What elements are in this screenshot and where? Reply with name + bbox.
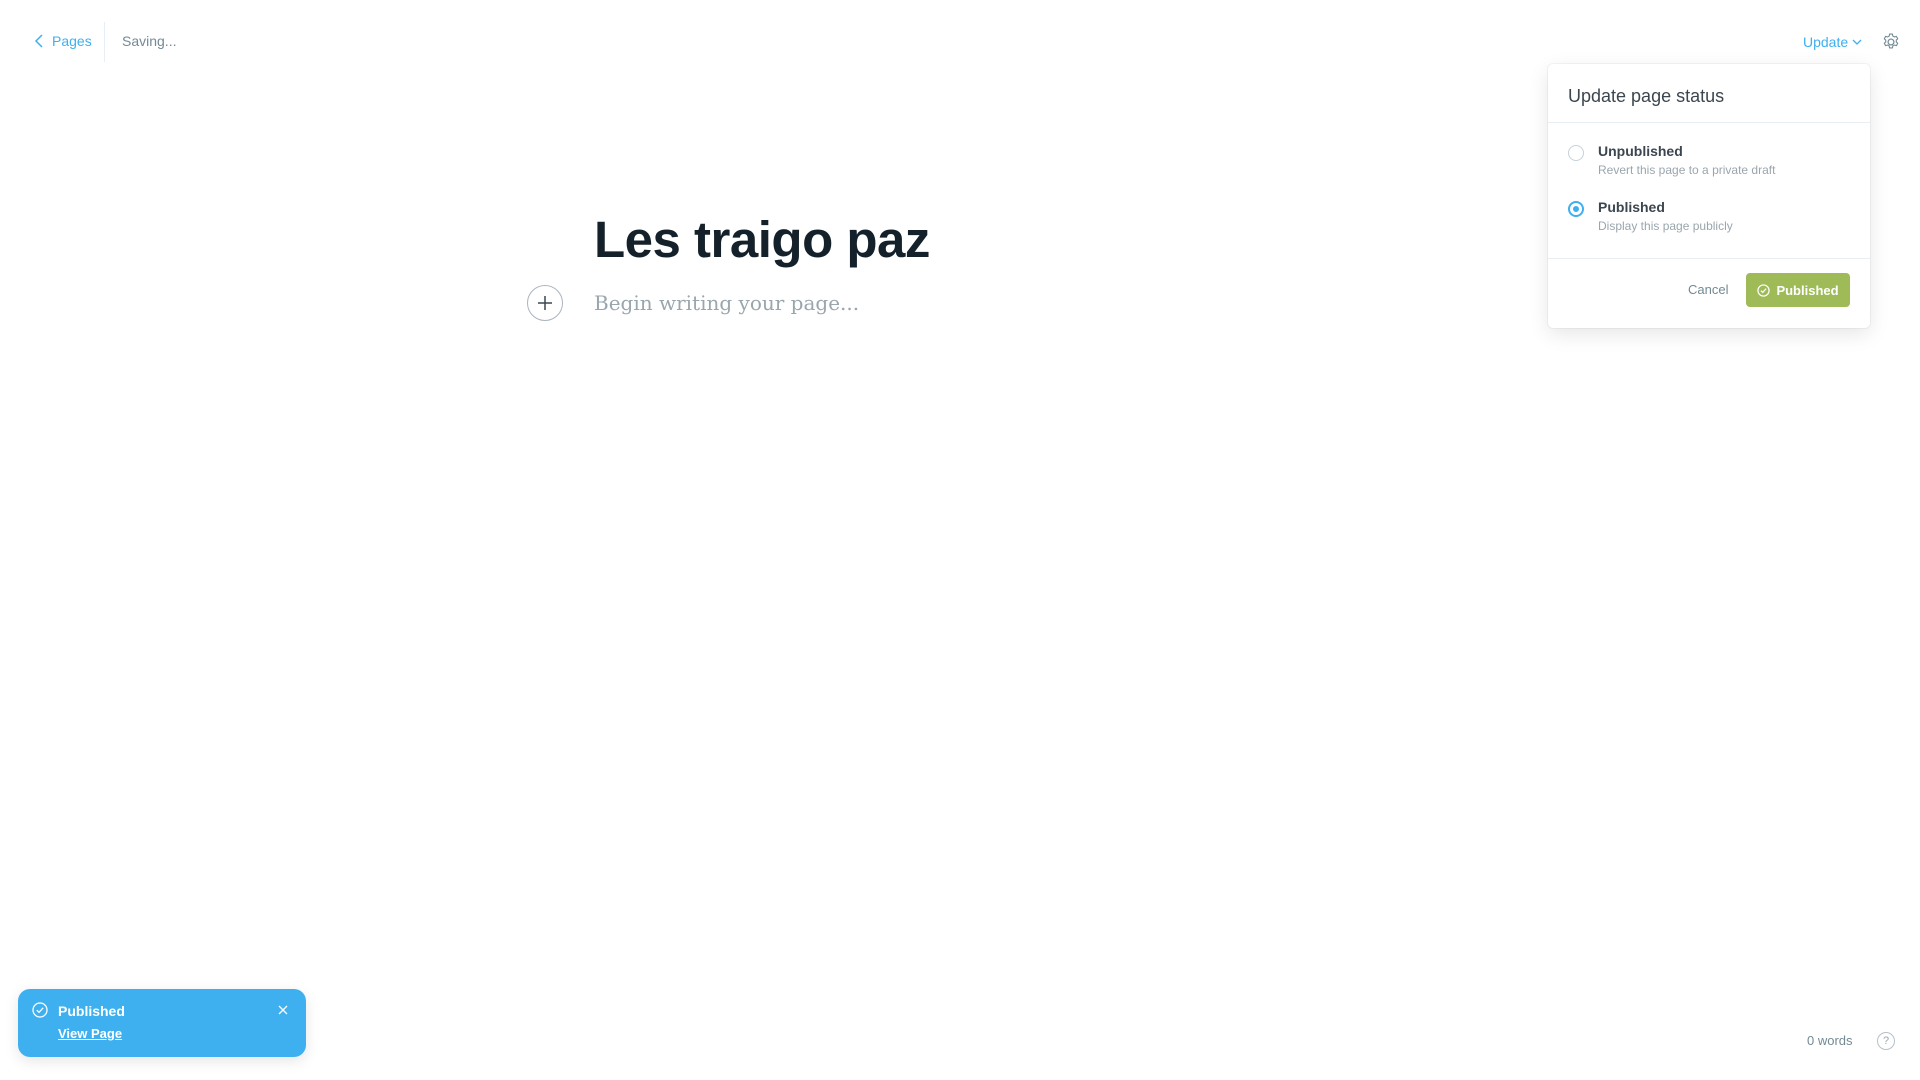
update-button-label: Update (1803, 34, 1849, 50)
option-description: Revert this page to a private draft (1598, 163, 1776, 177)
header-divider (104, 22, 105, 62)
editor-body-placeholder[interactable]: Begin writing your page... (594, 291, 859, 315)
update-dropdown-button[interactable]: Update (1803, 34, 1862, 50)
back-link-label: Pages (52, 33, 92, 49)
status-option-unpublished[interactable]: Unpublished Revert this page to a privat… (1568, 143, 1775, 177)
close-icon[interactable] (276, 1003, 290, 1017)
unpublished-radio[interactable] (1568, 145, 1584, 161)
update-status-popup: Update page status Unpublished Revert th… (1548, 64, 1870, 328)
check-circle-icon (32, 1002, 48, 1018)
gear-icon[interactable] (1881, 32, 1901, 52)
page-title[interactable]: Les traigo paz (594, 210, 930, 269)
view-page-link[interactable]: View Page (58, 1026, 122, 1041)
cancel-button[interactable]: Cancel (1688, 282, 1728, 297)
chevron-down-icon (1852, 39, 1862, 45)
popup-divider (1548, 122, 1870, 123)
add-card-button[interactable] (527, 285, 563, 321)
option-label: Unpublished (1598, 143, 1683, 159)
published-button[interactable]: Published (1746, 273, 1850, 307)
check-circle-icon (1757, 283, 1771, 297)
chevron-left-icon (34, 34, 43, 48)
published-radio[interactable] (1568, 201, 1584, 217)
option-description: Display this page publicly (1598, 219, 1733, 233)
published-button-label: Published (1776, 282, 1839, 298)
popup-divider (1548, 258, 1870, 259)
notification-toast: Published View Page (18, 989, 306, 1057)
toast-title: Published (58, 1003, 125, 1019)
popup-title: Update page status (1568, 86, 1725, 106)
save-status: Saving... (122, 33, 177, 49)
help-icon[interactable]: ? (1877, 1032, 1895, 1050)
plus-icon (538, 296, 552, 310)
word-count: 0 words (1807, 1033, 1853, 1048)
status-option-published[interactable]: Published Display this page publicly (1568, 199, 1733, 233)
back-to-pages-link[interactable]: Pages (34, 33, 92, 49)
option-label: Published (1598, 199, 1665, 215)
